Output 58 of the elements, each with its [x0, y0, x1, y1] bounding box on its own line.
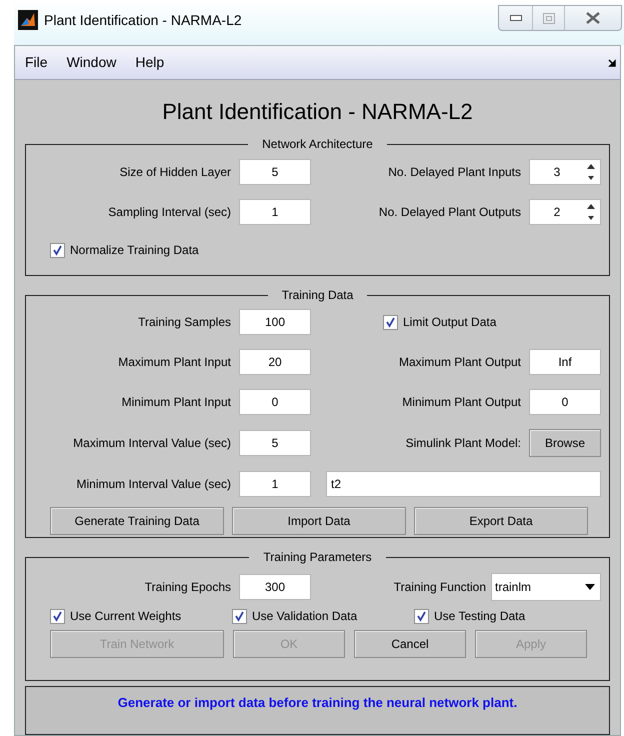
- checkbox[interactable]: [50, 242, 65, 258]
- app-logo-icon: [18, 10, 38, 30]
- spinner-field[interactable]: 3: [529, 159, 601, 185]
- checkbox[interactable]: [383, 314, 398, 330]
- push-button[interactable]: Import Data: [232, 507, 406, 535]
- status-message: Generate or import data before training the neural network plant.: [118, 695, 518, 710]
- field-label: Minimum Plant Output: [402, 395, 521, 409]
- field-label: Simulink Plant Model:: [406, 436, 521, 450]
- field-label: Sampling Interval (sec): [107, 204, 231, 221]
- push-button[interactable]: Cancel: [354, 630, 466, 658]
- input-field[interactable]: 0: [529, 389, 601, 415]
- checkbox-label: Use Current Weights: [70, 608, 182, 625]
- input-field[interactable]: 100: [239, 309, 311, 335]
- dock-arrow-icon[interactable]: [608, 58, 616, 66]
- input-field[interactable]: 20: [239, 349, 311, 375]
- input-field[interactable]: 0: [239, 389, 311, 415]
- input-field[interactable]: 1: [239, 471, 311, 497]
- panel-title: Training Parameters: [262, 549, 373, 566]
- input-field[interactable]: 5: [239, 430, 311, 456]
- push-button[interactable]: Browse: [529, 429, 601, 457]
- checkbox-label: Use Validation Data: [252, 608, 358, 625]
- field-label: Minimum Plant Input: [120, 394, 231, 411]
- spinner-field[interactable]: 2: [529, 199, 601, 225]
- field-label: Training Epochs: [144, 579, 231, 596]
- field-label: Maximum Plant Input: [117, 354, 231, 371]
- menu-item[interactable]: File: [25, 52, 48, 73]
- close-icon: [586, 12, 600, 24]
- minimize-icon: [510, 15, 522, 21]
- input-field[interactable]: 5: [239, 159, 311, 185]
- input-field[interactable]: Inf: [529, 349, 601, 375]
- checkbox[interactable]: [414, 608, 429, 624]
- menu-item[interactable]: Window: [66, 52, 116, 73]
- field-label: Training Samples: [137, 314, 231, 331]
- panel-title: Training Data: [280, 287, 354, 304]
- input-field[interactable]: 1: [239, 199, 311, 225]
- menu-item[interactable]: Help: [135, 52, 164, 73]
- panel-title: Network Architecture: [261, 136, 374, 153]
- dialog-heading: Plant Identification - NARMA-L2: [161, 98, 474, 126]
- checkbox[interactable]: [232, 608, 247, 624]
- checkbox[interactable]: [50, 608, 65, 624]
- checkbox-label: Limit Output Data: [403, 314, 496, 331]
- field-label: Maximum Plant Output: [398, 355, 521, 369]
- field-label: No. Delayed Plant Inputs: [388, 165, 521, 179]
- dropdown-arrow-icon: [585, 584, 595, 590]
- field-label: Training Function: [394, 580, 486, 594]
- field-label: Minimum Interval Value (sec): [76, 476, 231, 493]
- field-label: Size of Hidden Layer: [118, 164, 231, 181]
- checkbox-label: Use Testing Data: [434, 608, 526, 625]
- field-label: No. Delayed Plant Outputs: [378, 205, 521, 219]
- input-field[interactable]: t2: [326, 471, 601, 497]
- push-button[interactable]: Generate Training Data: [50, 507, 224, 535]
- dropdown[interactable]: trainlm: [491, 573, 601, 601]
- checkbox-label: Normalize Training Data: [70, 242, 199, 259]
- input-field[interactable]: 300: [239, 574, 311, 600]
- maximize-icon: [542, 12, 554, 24]
- push-button[interactable]: Export Data: [414, 507, 588, 535]
- window-title: Plant Identification - NARMA-L2: [44, 11, 242, 30]
- field-label: Maximum Interval Value (sec): [72, 435, 231, 452]
